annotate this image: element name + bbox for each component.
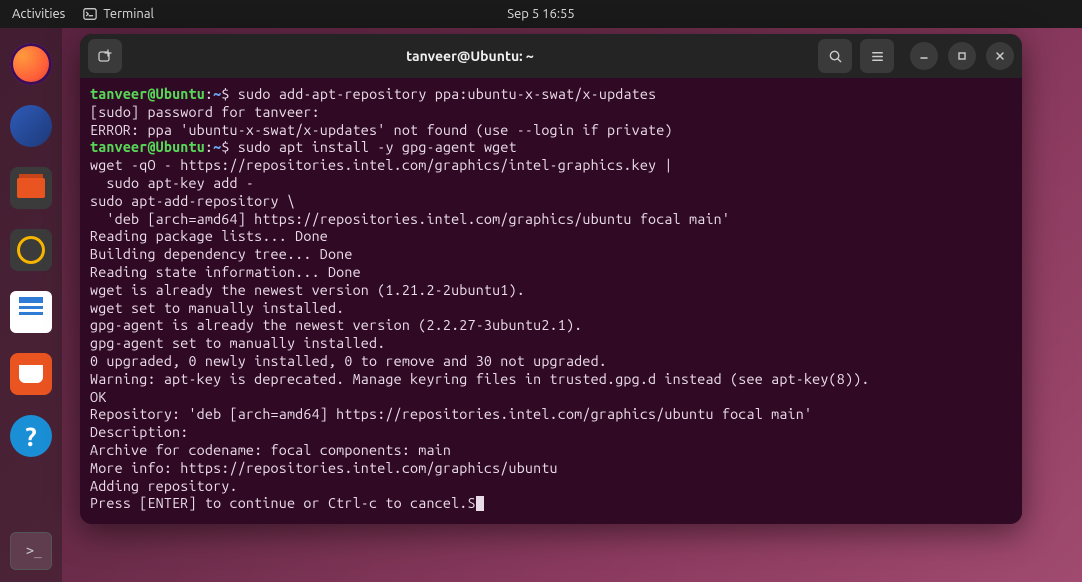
menu-button[interactable] [860, 39, 894, 73]
terminal-icon [83, 7, 97, 21]
out-line: Archive for codename: focal components: … [90, 442, 451, 458]
topbar-terminal-indicator[interactable]: Terminal [83, 7, 154, 21]
out-line: ERROR: ppa 'ubuntu-x-swat/x-updates' not… [90, 122, 673, 138]
gnome-topbar: Activities Terminal Sep 5 16:55 [0, 0, 1082, 28]
new-tab-button[interactable] [88, 39, 122, 73]
out-line: Reading state information... Done [90, 264, 361, 280]
help-icon: ? [10, 415, 52, 457]
dock-software[interactable] [7, 350, 55, 398]
search-button[interactable] [818, 39, 852, 73]
minimize-button[interactable] [910, 42, 938, 70]
dock-terminal[interactable]: >_ [10, 532, 52, 570]
firefox-icon [10, 43, 52, 85]
activities-button[interactable]: Activities [12, 7, 65, 21]
prompt-user: tanveer [90, 86, 147, 102]
out-line: Reading package lists... Done [90, 228, 328, 244]
prompt-host: Ubuntu [156, 139, 205, 155]
dock: ? >_ [0, 28, 62, 582]
out-line: Repository: 'deb [arch=amd64] https://re… [90, 406, 812, 422]
prompt-dollar: $ [221, 139, 229, 155]
close-button[interactable] [986, 42, 1014, 70]
text-cursor [476, 496, 484, 511]
out-line: 'deb [arch=amd64] https://repositories.i… [90, 211, 730, 227]
topbar-terminal-label: Terminal [103, 7, 154, 21]
hamburger-icon [870, 49, 885, 64]
dock-writer[interactable] [7, 288, 55, 336]
dock-help[interactable]: ? [7, 412, 55, 460]
terminal-window: tanveer@Ubuntu: ~ tanveer@Ubuntu:~$ sudo… [80, 34, 1022, 524]
prompt-colon: : [205, 86, 213, 102]
window-title: tanveer@Ubuntu: ~ [130, 48, 810, 64]
window-titlebar[interactable]: tanveer@Ubuntu: ~ [80, 34, 1022, 78]
prompt-host: Ubuntu [156, 86, 205, 102]
prompt-at: @ [147, 139, 155, 155]
terminal-icon: >_ [26, 544, 42, 559]
dock-thunderbird[interactable] [7, 102, 55, 150]
maximize-icon [956, 50, 968, 62]
topbar-datetime[interactable]: Sep 5 16:55 [507, 7, 574, 21]
out-line: wget set to manually installed. [90, 300, 344, 316]
plus-tab-icon [97, 48, 113, 64]
prompt-user: tanveer [90, 139, 147, 155]
out-line: Warning: apt-key is deprecated. Manage k… [90, 371, 870, 387]
out-line: Description: [90, 424, 188, 440]
search-icon [828, 49, 843, 64]
out-line: Adding repository. [90, 478, 238, 494]
out-line: 0 upgraded, 0 newly installed, 0 to remo… [90, 353, 607, 369]
out-line: OK [90, 389, 106, 405]
out-line: sudo apt-add-repository \ [90, 193, 295, 209]
prompt-colon: : [205, 139, 213, 155]
out-line: Press [ENTER] to continue or Ctrl-c to c… [90, 495, 476, 511]
dock-firefox[interactable] [7, 40, 55, 88]
out-line: gpg-agent set to manually installed. [90, 335, 385, 351]
out-line: [sudo] password for tanveer: [90, 104, 320, 120]
files-icon [10, 167, 52, 209]
out-line: wget -qO - https://repositories.intel.co… [90, 157, 673, 173]
out-line: wget is already the newest version (1.21… [90, 282, 525, 298]
cmd-2: sudo apt install -y gpg-agent wget [230, 139, 517, 155]
out-line: sudo apt-key add - [90, 175, 254, 191]
out-line: More info: https://repositories.intel.co… [90, 460, 558, 476]
out-line: Building dependency tree... Done [90, 246, 353, 262]
dock-files[interactable] [7, 164, 55, 212]
close-icon [994, 50, 1006, 62]
minimize-icon [918, 50, 930, 62]
libreoffice-writer-icon [10, 291, 52, 333]
prompt-dollar: $ [221, 86, 229, 102]
terminal-output[interactable]: tanveer@Ubuntu:~$ sudo add-apt-repositor… [80, 78, 1022, 524]
ubuntu-software-icon [10, 353, 52, 395]
cmd-1: sudo add-apt-repository ppa:ubuntu-x-swa… [230, 86, 657, 102]
prompt-at: @ [147, 86, 155, 102]
dock-rhythmbox[interactable] [7, 226, 55, 274]
maximize-button[interactable] [948, 42, 976, 70]
out-line: gpg-agent is already the newest version … [90, 317, 582, 333]
rhythmbox-icon [10, 229, 52, 271]
thunderbird-icon [10, 105, 52, 147]
